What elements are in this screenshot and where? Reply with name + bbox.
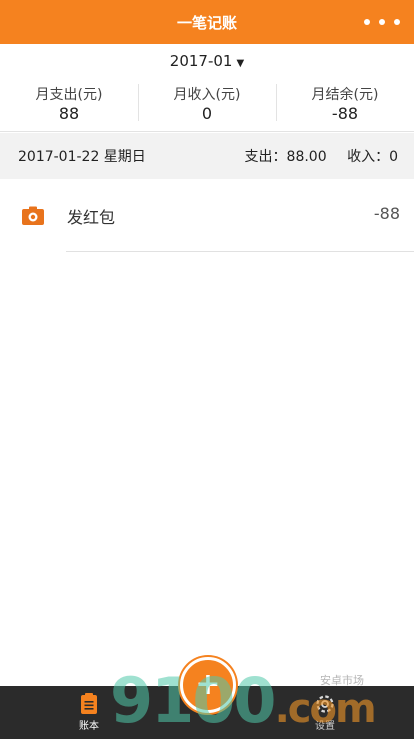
day-totals: 支出：88.00 收入：0	[245, 146, 398, 166]
tab-ledger-label: 账本	[79, 721, 99, 732]
gear-icon	[316, 695, 334, 713]
more-dot-icon	[364, 19, 371, 25]
balance-label: 月结余(元)	[311, 86, 379, 103]
more-options-button[interactable]	[360, 11, 404, 33]
summary-balance: 月结余(元) -88	[276, 78, 414, 131]
ledger-icon	[81, 693, 97, 714]
expense-label: 月支出(元)	[35, 86, 103, 103]
tab-ledger[interactable]: 账本	[54, 686, 124, 739]
divider	[66, 251, 414, 252]
day-header: 2017-01-22 星期日 支出：88.00 收入：0	[0, 133, 414, 179]
month-label: 2017-01	[169, 52, 233, 70]
record-amount: -88	[373, 204, 400, 223]
tab-settings-label: 设置	[315, 721, 335, 732]
summary-income: 月收入(元) 0	[138, 78, 276, 131]
more-dot-icon	[378, 19, 385, 25]
monthly-summary: 月支出(元) 88 月收入(元) 0 月结余(元) -88	[0, 78, 414, 132]
summary-expense: 月支出(元) 88	[0, 78, 138, 131]
expense-value: 88	[58, 103, 80, 123]
add-record-button[interactable]: +	[180, 657, 236, 713]
plus-icon: +	[195, 667, 221, 702]
red-envelope-icon	[22, 206, 44, 225]
income-value: 0	[201, 103, 213, 123]
month-bar: 2017-01 ▼	[0, 44, 414, 78]
nav-bar: 一笔记账	[0, 0, 414, 44]
record-name: 发红包	[67, 208, 116, 227]
balance-value: -88	[331, 103, 359, 123]
day-date: 2017-01-22 星期日	[18, 149, 146, 165]
record-item[interactable]: 发红包 -88	[0, 180, 414, 252]
day-expense: 支出：88.00	[244, 149, 327, 165]
day-income: 收入：0	[347, 149, 398, 165]
tab-settings[interactable]: 设置	[290, 686, 360, 739]
dropdown-arrow-icon: ▼	[236, 57, 245, 69]
page-title: 一笔记账	[176, 13, 237, 32]
income-label: 月收入(元)	[173, 86, 241, 103]
more-dot-icon	[393, 19, 400, 25]
month-selector[interactable]: 2017-01 ▼	[170, 52, 244, 70]
